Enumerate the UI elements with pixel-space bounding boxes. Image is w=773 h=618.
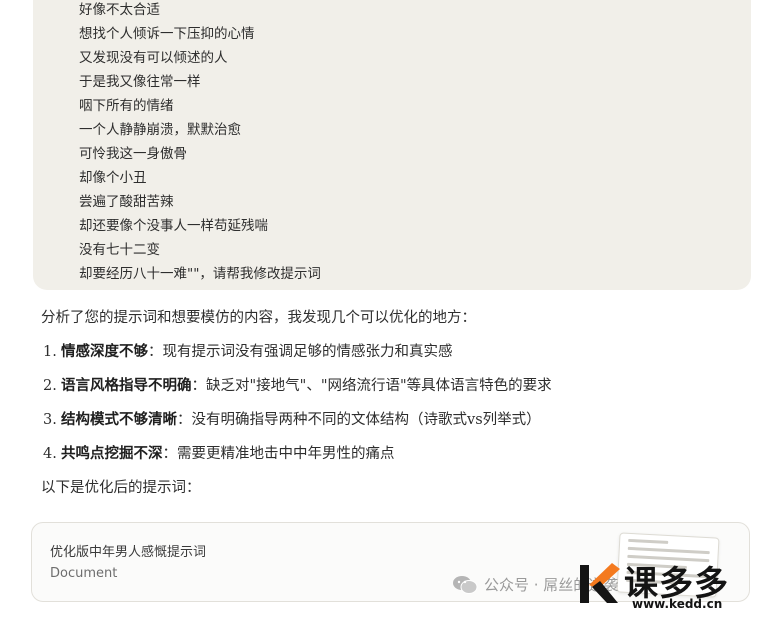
user-message-line: 想找个人倾诉一下压抑的心情	[79, 26, 255, 42]
list-number: 2.	[43, 378, 57, 394]
user-message-line: 于是我又像往常一样	[79, 74, 201, 90]
assistant-reply: 分析了您的提示词和想要模仿的内容，我发现几个可以优化的地方： 1. 情感深度不够：…	[41, 305, 751, 501]
site-logo: 课多多 www.kedd.cn	[574, 553, 773, 618]
user-message-line: 却要经历八十一难""，请帮我修改提示词	[79, 266, 321, 282]
point-text: ：需要更精准地击中中年男性的痛点	[162, 446, 395, 462]
point-term: 情感深度不够	[61, 343, 148, 360]
point-term: 结构模式不够清晰	[61, 411, 177, 428]
user-message-line: 好像不太合适	[79, 2, 160, 18]
logo-url: www.kedd.cn	[632, 597, 723, 611]
list-number: 3.	[43, 412, 57, 428]
k-logo-icon	[580, 563, 620, 603]
optimization-points-list: 1. 情感深度不够：现有提示词没有强调足够的情感张力和真实感 2. 语言风格指导不明…	[41, 339, 751, 475]
point-term: 语言风格指导不明确	[61, 377, 192, 394]
list-item: 4. 共鸣点挖掘不深：需要更精准地击中中年男性的痛点	[41, 441, 751, 475]
user-message-line: 又发现没有可以倾述的人	[79, 50, 228, 66]
reply-outro: 以下是优化后的提示词：	[41, 480, 201, 496]
user-message-line: 没有七十二变	[79, 242, 160, 258]
artifact-title: 优化版中年男人感慨提示词	[50, 545, 207, 560]
artifact-type: Document	[50, 566, 118, 581]
list-item: 2. 语言风格指导不明确：缺乏对"接地气"、"网络流行语"等具体语言特色的要求	[41, 373, 751, 407]
user-message-line: 一个人静静崩溃，默默治愈	[79, 122, 241, 138]
list-number: 4.	[43, 446, 57, 462]
user-message-line: 尝遍了酸甜苦辣	[79, 194, 174, 210]
point-text: ：现有提示词没有强调足够的情感张力和真实感	[148, 344, 453, 360]
list-item: 1. 情感深度不够：现有提示词没有强调足够的情感张力和真实感	[41, 339, 751, 373]
user-message-text: 好像不太合适 想找个人倾诉一下压抑的心情 又发现没有可以倾述的人 于是我又像往常…	[79, 0, 321, 286]
point-term: 共鸣点挖掘不深	[61, 445, 163, 462]
wechat-icon	[453, 575, 478, 594]
user-message-bubble: 好像不太合适 想找个人倾诉一下压抑的心情 又发现没有可以倾述的人 于是我又像往常…	[33, 0, 751, 290]
user-message-line: 咽下所有的情绪	[79, 98, 174, 114]
user-message-line: 可怜我这一身傲骨	[79, 146, 187, 162]
reply-intro: 分析了您的提示词和想要模仿的内容，我发现几个可以优化的地方：	[41, 310, 476, 326]
list-number: 1.	[43, 344, 57, 360]
list-item: 3. 结构模式不够清晰：没有明确指导两种不同的文体结构（诗歌式vs列举式）	[41, 407, 751, 441]
point-text: ：缺乏对"接地气"、"网络流行语"等具体语言特色的要求	[191, 378, 552, 394]
user-message-line: 却还要像个没事人一样苟延残喘	[79, 218, 268, 234]
point-text: ：没有明确指导两种不同的文体结构（诗歌式vs列举式）	[177, 412, 541, 428]
user-message-line: 却像个小丑	[79, 170, 147, 186]
